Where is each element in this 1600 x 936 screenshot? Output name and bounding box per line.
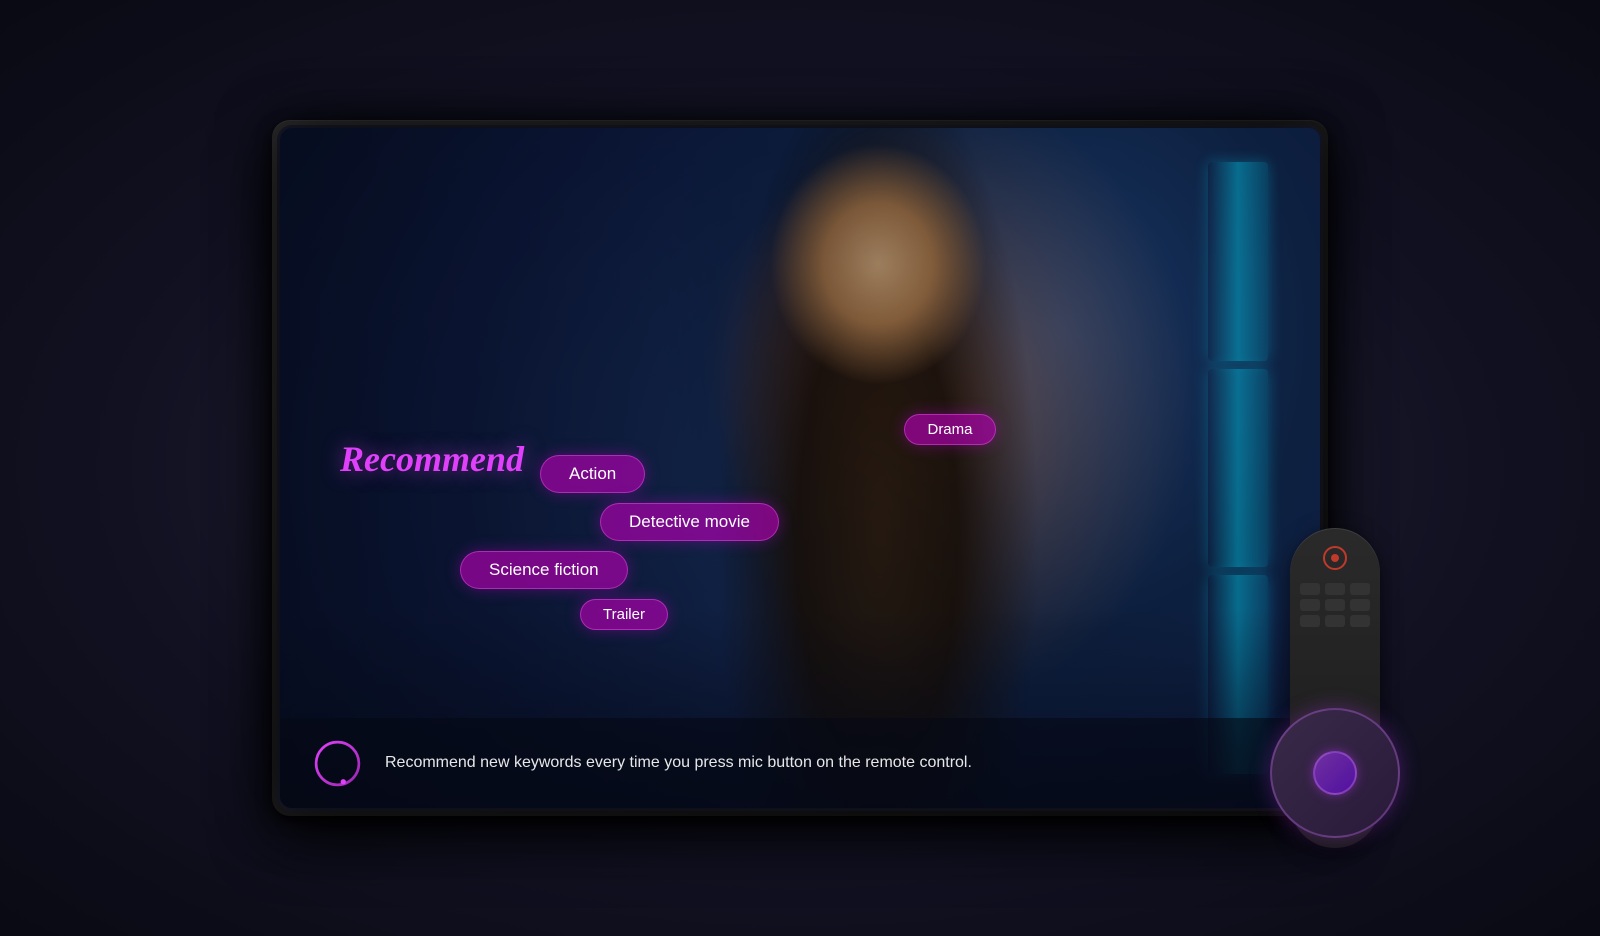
remote-btn-5[interactable] xyxy=(1325,599,1345,611)
bottom-instruction-text: Recommend new keywords every time you pr… xyxy=(385,752,972,774)
bubble-row-detective: Detective movie xyxy=(600,503,1260,541)
genre-bubble-detective-movie[interactable]: Detective movie xyxy=(600,503,779,541)
remote-btn-4[interactable] xyxy=(1300,599,1320,611)
bubble-row-scifi: Science fiction xyxy=(460,551,1260,589)
remote-btn-8[interactable] xyxy=(1325,615,1345,627)
genre-bubble-trailer[interactable]: Trailer xyxy=(580,599,668,630)
remote-power-button[interactable] xyxy=(1323,546,1347,570)
remote-btn-3[interactable] xyxy=(1350,583,1370,595)
remote-btn-9[interactable] xyxy=(1350,615,1370,627)
remote-btn-1[interactable] xyxy=(1300,583,1320,595)
remote-btn-2[interactable] xyxy=(1325,583,1345,595)
bubble-row-drama: Drama xyxy=(640,414,1260,445)
remote-btn-7[interactable] xyxy=(1300,615,1320,627)
remote-dpad[interactable] xyxy=(1270,708,1400,838)
tv-container: Recommend Drama Action Detective movie S… xyxy=(280,128,1320,808)
bubble-row-action: Action xyxy=(540,455,1260,493)
tv-screen: Recommend Drama Action Detective movie S… xyxy=(280,128,1320,808)
bottom-bar: Recommend new keywords every time you pr… xyxy=(280,718,1320,808)
remote-btn-6[interactable] xyxy=(1350,599,1370,611)
remote-control xyxy=(1200,468,1400,848)
voice-icon xyxy=(310,736,365,791)
genre-bubble-drama[interactable]: Drama xyxy=(904,414,995,445)
genre-bubbles-container: Drama Action Detective movie Science fic… xyxy=(460,414,1260,630)
genre-bubble-action[interactable]: Action xyxy=(540,455,645,493)
genre-bubble-science-fiction[interactable]: Science fiction xyxy=(460,551,628,589)
remote-dpad-center[interactable] xyxy=(1313,751,1357,795)
remote-top-buttons xyxy=(1300,583,1370,627)
bubble-row-trailer: Trailer xyxy=(580,599,1260,630)
